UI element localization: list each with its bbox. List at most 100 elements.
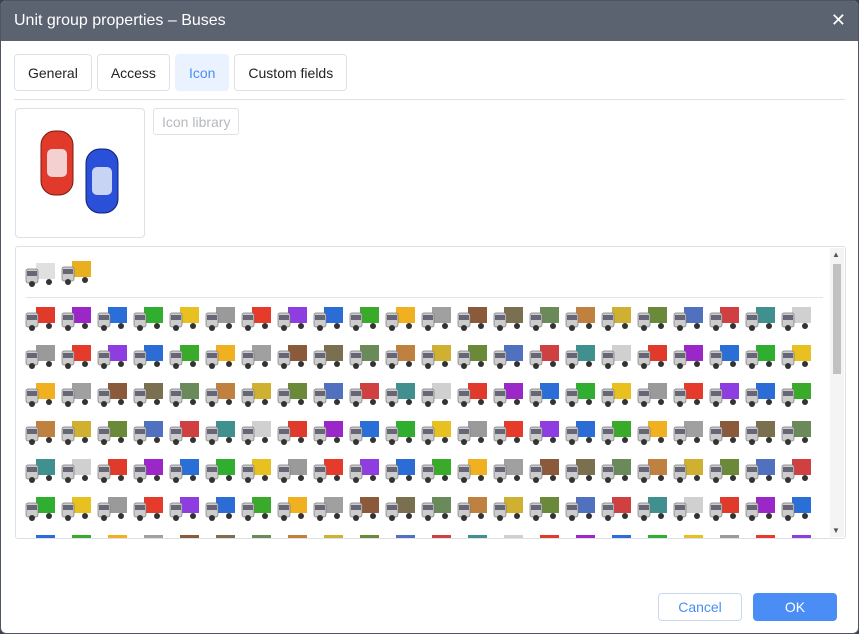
tab-icon[interactable]: Icon: [174, 54, 230, 91]
truck-icon[interactable]: [168, 455, 200, 485]
scroll-down-icon[interactable]: ▼: [832, 526, 840, 535]
scroll-up-icon[interactable]: ▲: [832, 250, 840, 259]
tab-access[interactable]: Access: [96, 54, 170, 91]
truck-icon[interactable]: [24, 493, 56, 523]
truck-icon[interactable]: [456, 531, 488, 538]
truck-icon[interactable]: [348, 531, 380, 538]
truck-icon[interactable]: [528, 493, 560, 523]
truck-icon[interactable]: [132, 417, 164, 447]
truck-icon[interactable]: [600, 341, 632, 371]
truck-icon[interactable]: [24, 417, 56, 447]
truck-icon[interactable]: [456, 455, 488, 485]
truck-icon[interactable]: [564, 531, 596, 538]
truck-icon[interactable]: [636, 493, 668, 523]
cancel-button[interactable]: Cancel: [658, 593, 742, 621]
truck-icon[interactable]: [744, 303, 776, 333]
truck-icon[interactable]: [168, 531, 200, 538]
truck-icon[interactable]: [312, 303, 344, 333]
truck-icon[interactable]: [528, 455, 560, 485]
truck-icon[interactable]: [456, 493, 488, 523]
truck-icon[interactable]: [60, 379, 92, 409]
truck-icon[interactable]: [204, 379, 236, 409]
truck-icon[interactable]: [420, 493, 452, 523]
truck-icon[interactable]: [492, 455, 524, 485]
truck-icon[interactable]: [456, 341, 488, 371]
truck-icon[interactable]: [636, 379, 668, 409]
truck-icon[interactable]: [600, 455, 632, 485]
truck-icon[interactable]: [348, 493, 380, 523]
truck-icon[interactable]: [132, 493, 164, 523]
truck-icon[interactable]: [204, 531, 236, 538]
truck-icon[interactable]: [60, 257, 92, 287]
truck-icon[interactable]: [492, 303, 524, 333]
truck-icon[interactable]: [96, 417, 128, 447]
truck-icon[interactable]: [312, 455, 344, 485]
truck-icon[interactable]: [276, 455, 308, 485]
truck-icon[interactable]: [132, 341, 164, 371]
truck-icon[interactable]: [384, 531, 416, 538]
truck-icon[interactable]: [780, 417, 812, 447]
truck-icon[interactable]: [384, 493, 416, 523]
truck-icon[interactable]: [204, 341, 236, 371]
truck-icon[interactable]: [456, 303, 488, 333]
truck-icon[interactable]: [240, 379, 272, 409]
truck-icon[interactable]: [600, 531, 632, 538]
truck-icon[interactable]: [132, 303, 164, 333]
truck-icon[interactable]: [672, 531, 704, 538]
truck-icon[interactable]: [780, 379, 812, 409]
close-icon[interactable]: ✕: [831, 10, 846, 31]
truck-icon[interactable]: [168, 493, 200, 523]
truck-icon[interactable]: [564, 341, 596, 371]
truck-icon[interactable]: [168, 417, 200, 447]
truck-icon[interactable]: [708, 379, 740, 409]
truck-icon[interactable]: [744, 341, 776, 371]
truck-icon[interactable]: [96, 303, 128, 333]
truck-icon[interactable]: [672, 455, 704, 485]
truck-icon[interactable]: [240, 455, 272, 485]
truck-icon[interactable]: [636, 303, 668, 333]
truck-icon[interactable]: [240, 341, 272, 371]
truck-icon[interactable]: [492, 341, 524, 371]
truck-icon[interactable]: [96, 493, 128, 523]
truck-icon[interactable]: [204, 455, 236, 485]
truck-icon[interactable]: [744, 493, 776, 523]
truck-icon[interactable]: [96, 379, 128, 409]
truck-icon[interactable]: [420, 303, 452, 333]
truck-icon[interactable]: [492, 493, 524, 523]
truck-icon[interactable]: [240, 493, 272, 523]
truck-icon[interactable]: [708, 341, 740, 371]
truck-icon[interactable]: [132, 379, 164, 409]
truck-icon[interactable]: [276, 341, 308, 371]
truck-icon[interactable]: [456, 417, 488, 447]
truck-icon[interactable]: [780, 531, 812, 538]
truck-icon[interactable]: [600, 379, 632, 409]
truck-icon[interactable]: [276, 417, 308, 447]
truck-icon[interactable]: [348, 455, 380, 485]
truck-icon[interactable]: [384, 341, 416, 371]
truck-icon[interactable]: [384, 303, 416, 333]
truck-icon[interactable]: [780, 455, 812, 485]
truck-icon[interactable]: [744, 455, 776, 485]
truck-icon[interactable]: [384, 417, 416, 447]
truck-icon[interactable]: [276, 531, 308, 538]
truck-icon[interactable]: [420, 341, 452, 371]
truck-icon[interactable]: [420, 455, 452, 485]
truck-icon[interactable]: [600, 303, 632, 333]
truck-icon[interactable]: [24, 379, 56, 409]
truck-icon[interactable]: [564, 417, 596, 447]
truck-icon[interactable]: [780, 493, 812, 523]
truck-icon[interactable]: [636, 531, 668, 538]
truck-icon[interactable]: [24, 531, 56, 538]
truck-icon[interactable]: [24, 259, 56, 289]
truck-icon[interactable]: [60, 341, 92, 371]
truck-icon[interactable]: [672, 341, 704, 371]
truck-icon[interactable]: [348, 417, 380, 447]
truck-icon[interactable]: [420, 531, 452, 538]
truck-icon[interactable]: [456, 379, 488, 409]
truck-icon[interactable]: [312, 379, 344, 409]
truck-icon[interactable]: [96, 341, 128, 371]
truck-icon[interactable]: [348, 379, 380, 409]
truck-icon[interactable]: [24, 341, 56, 371]
truck-icon[interactable]: [672, 303, 704, 333]
truck-icon[interactable]: [672, 379, 704, 409]
